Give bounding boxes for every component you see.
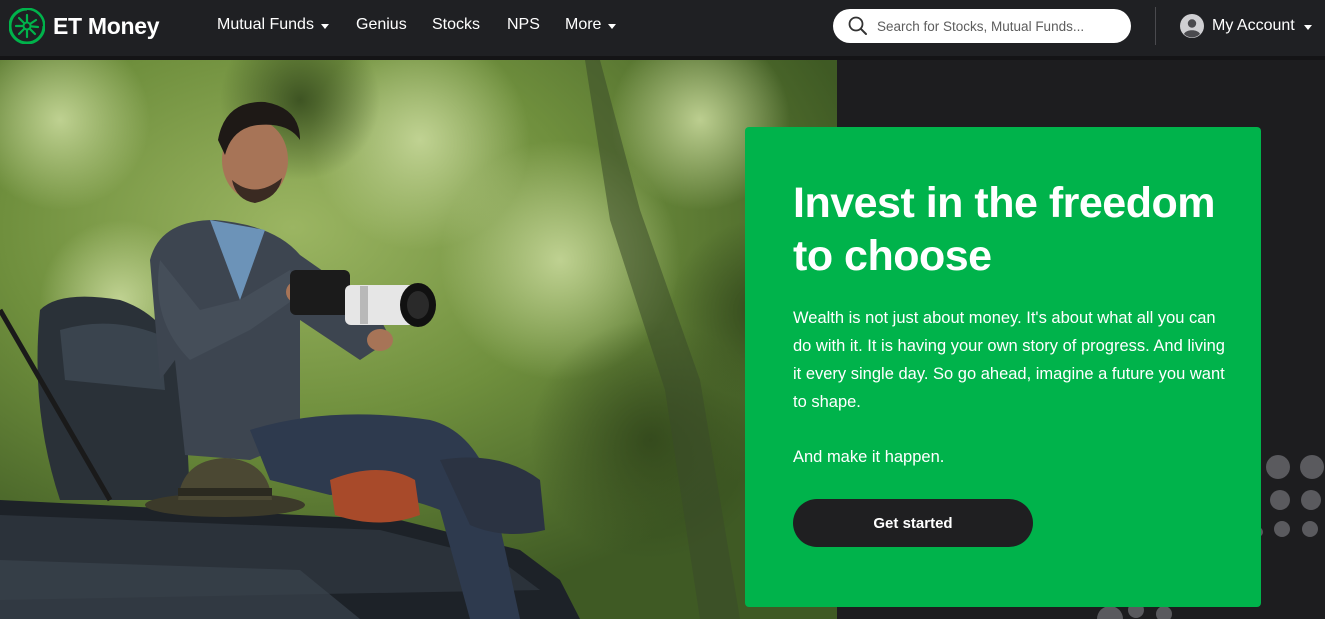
chevron-down-icon [608,23,617,29]
get-started-button[interactable]: Get started [793,499,1033,547]
my-account-menu[interactable]: My Account [1180,14,1312,38]
brand-name: ET Money [53,12,160,39]
nav-genius[interactable]: Genius [356,16,407,34]
nav-stocks-label: Stocks [432,16,481,33]
hero-photo [0,60,837,619]
hero-description: Wealth is not just about money. It's abo… [793,309,1225,411]
et-money-logo-icon [9,8,45,44]
nav-stocks[interactable]: Stocks [432,16,480,34]
nav-mutual-funds-label: Mutual Funds [217,16,314,33]
hero-tagline: And make it happen. [793,448,945,466]
chevron-down-icon [1303,24,1312,30]
nav-nps-label: NPS [507,16,540,33]
nav-more[interactable]: More [565,16,617,34]
hero-title: Invest in the freedom to choose [793,179,1215,280]
nav-genius-label: Genius [356,16,407,33]
user-avatar-icon [1180,14,1204,38]
nav-more-label: More [565,16,602,33]
search-box[interactable] [833,9,1131,43]
et-money-logo[interactable]: ET Money [9,8,160,44]
search-icon [848,16,867,35]
man-with-camera-on-jeep-photo [0,60,837,619]
search-input[interactable] [877,15,1117,37]
nav-nps[interactable]: NPS [507,16,540,34]
chevron-down-icon [320,23,329,29]
my-account-label: My Account [1212,17,1295,34]
top-navbar: ET Money Mutual Funds Genius Stocks NPS … [0,0,1325,60]
nav-mutual-funds[interactable]: Mutual Funds [217,16,329,34]
hero-card: Invest in the freedom to choose Wealth i… [745,127,1261,607]
nav-divider [1155,7,1156,45]
